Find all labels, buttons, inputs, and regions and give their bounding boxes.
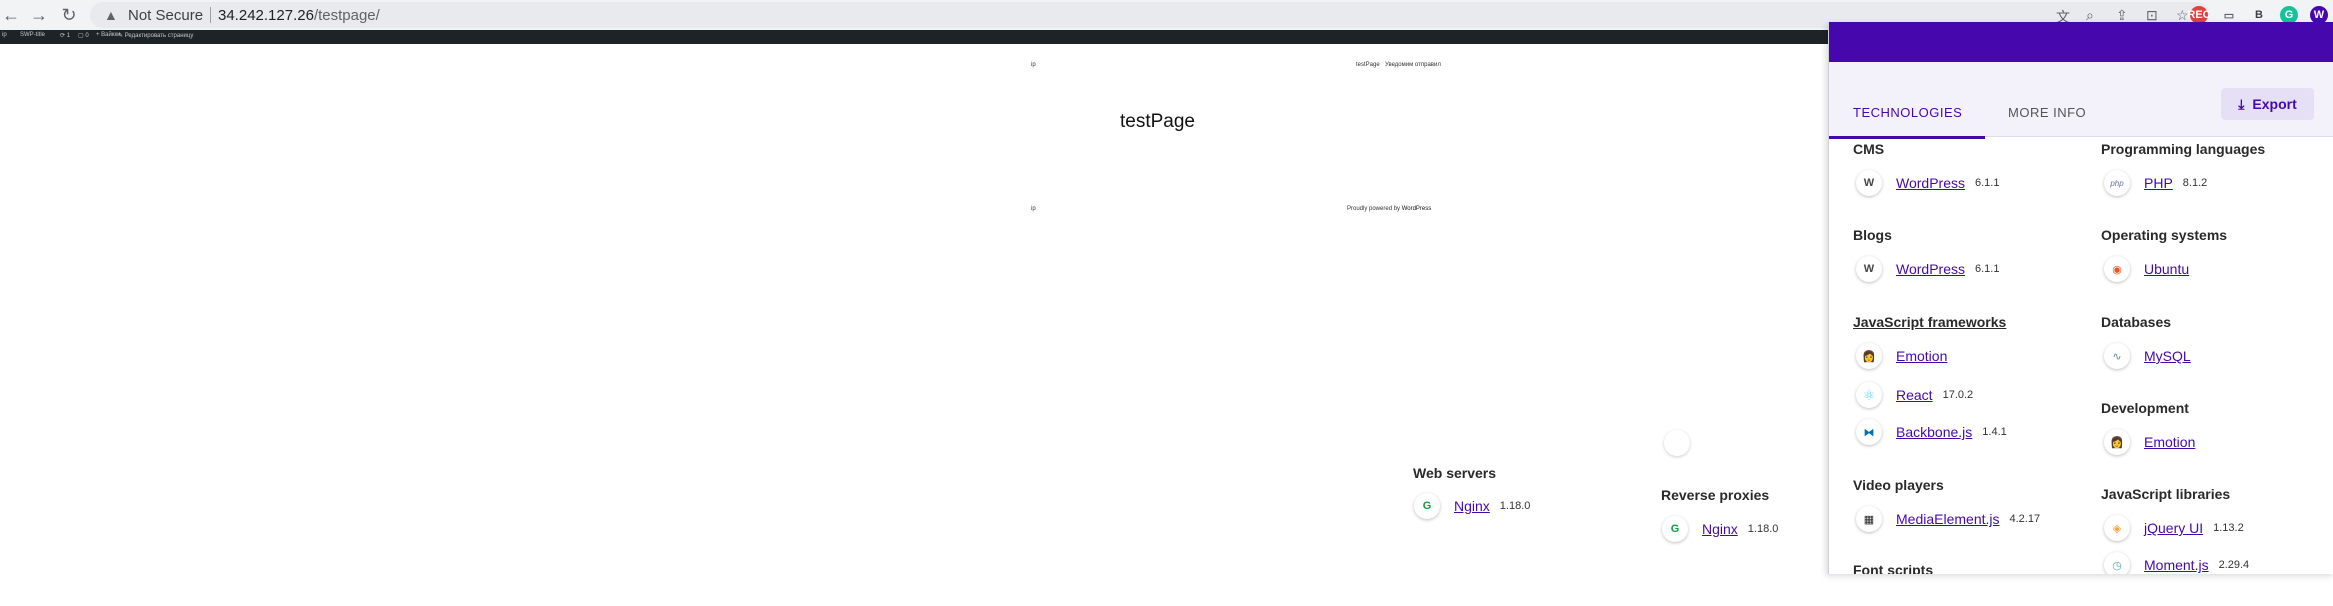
tech-name[interactable]: Backbone.js bbox=[1896, 424, 1972, 440]
wordpress-icon: W bbox=[1856, 170, 1882, 196]
tech-version: 17.0.2 bbox=[1942, 389, 1974, 401]
tech-item: 👩 Emotion bbox=[2104, 429, 2195, 455]
tech-item: ⚛ React 17.0.2 bbox=[1856, 382, 1973, 408]
partial-icon bbox=[1664, 430, 1690, 456]
adminbar-item[interactable]: ▢ 0 bbox=[78, 32, 89, 39]
url-text[interactable]: 34.242.127.26/testpage/ bbox=[218, 7, 380, 24]
category-heading: JavaScript libraries bbox=[2101, 486, 2231, 502]
tech-name[interactable]: MediaElement.js bbox=[1896, 511, 2000, 527]
category-reverse-proxies: Reverse proxies bbox=[1661, 487, 1770, 503]
backbone-icon: ⧓ bbox=[1856, 419, 1882, 445]
export-label: Export bbox=[2252, 96, 2297, 112]
site-title[interactable]: ip bbox=[1031, 62, 1036, 68]
tech-version: 6.1.1 bbox=[1974, 177, 2000, 189]
tech-item: ◉ Ubuntu bbox=[2104, 256, 2189, 282]
tech-item: php PHP 8.1.2 bbox=[2104, 170, 2207, 196]
tech-item: ⧓ Backbone.js 1.4.1 bbox=[1856, 419, 2007, 445]
category-heading: CMS bbox=[1853, 141, 1885, 157]
adminbar-item[interactable]: ✎ Редактировать страницу bbox=[118, 32, 193, 39]
mysql-icon: ∿ bbox=[2104, 343, 2130, 369]
tech-name[interactable]: Emotion bbox=[1896, 348, 1947, 364]
tech-name[interactable]: Emotion bbox=[2144, 434, 2195, 450]
category-heading: Font scripts bbox=[1853, 562, 1934, 574]
reload-icon[interactable]: ↻ bbox=[58, 4, 80, 26]
tech-name[interactable]: Nginx bbox=[1454, 498, 1490, 514]
category-heading[interactable]: JavaScript frameworks bbox=[1853, 314, 2006, 330]
tech-item-nginx: G Nginx 1.18.0 bbox=[1414, 493, 1530, 519]
tab-more-info[interactable]: MORE INFO bbox=[2008, 105, 2086, 120]
tech-version: 1.13.2 bbox=[2213, 522, 2244, 534]
footer-powered: Proudly powered by WordPress bbox=[1347, 206, 1431, 212]
tech-name[interactable]: PHP bbox=[2144, 175, 2173, 191]
tech-item: ∿ MySQL bbox=[2104, 343, 2191, 369]
adminbar-item[interactable]: SWP-title bbox=[20, 32, 45, 38]
adminbar-item[interactable]: ip bbox=[2, 32, 7, 38]
wappalyzer-header bbox=[1829, 22, 2333, 62]
ubuntu-icon: ◉ bbox=[2104, 256, 2130, 282]
category-heading: Operating systems bbox=[2101, 227, 2228, 243]
react-icon: ⚛ bbox=[1856, 382, 1882, 408]
wappalyzer-popup: TECHNOLOGIES MORE INFO ⤓ Export CMS W Word… bbox=[1828, 22, 2333, 574]
category-heading: Blogs bbox=[1853, 227, 1892, 243]
wappalyzer-tabs: TECHNOLOGIES MORE INFO ⤓ Export bbox=[1829, 62, 2333, 139]
nginx-icon: G bbox=[1414, 493, 1440, 519]
wp-admin-bar: ip SWP-title ⟳ 1 ▢ 0 + Вайкки ✎ Редактировать… bbox=[0, 30, 1828, 44]
wordpress-icon: W bbox=[1856, 256, 1882, 282]
nav-item-testpage[interactable]: testPage bbox=[1356, 62, 1380, 68]
category-heading: Programming languages bbox=[2101, 141, 2266, 157]
tech-name[interactable]: React bbox=[1896, 387, 1933, 403]
momentjs-icon: ◷ bbox=[2104, 552, 2130, 574]
tech-version: 1.4.1 bbox=[1982, 426, 2007, 438]
adminbar-item[interactable]: ⟳ 1 bbox=[60, 32, 70, 39]
download-icon: ⤓ bbox=[2238, 95, 2245, 112]
mediaelement-icon: ▦ bbox=[1856, 506, 1882, 532]
back-icon[interactable]: ← bbox=[0, 4, 22, 26]
tab-technologies[interactable]: TECHNOLOGIES bbox=[1853, 105, 1962, 120]
tech-item: ◈ jQuery UI 1.13.2 bbox=[2104, 515, 2244, 541]
tech-version: 1.18.0 bbox=[1747, 523, 1779, 535]
tech-version: 4.2.17 bbox=[2009, 513, 2041, 525]
tech-name[interactable]: Ubuntu bbox=[2144, 261, 2189, 277]
tech-item: W WordPress 6.1.1 bbox=[1856, 170, 1999, 196]
url-host: 34.242.127.26 bbox=[218, 7, 314, 24]
tech-name[interactable]: WordPress bbox=[1896, 175, 1965, 191]
emotion-icon: 👩 bbox=[1856, 343, 1882, 369]
jqueryui-icon: ◈ bbox=[2104, 515, 2130, 541]
warning-icon: ▲ bbox=[104, 7, 118, 23]
emotion-icon: 👩 bbox=[2104, 429, 2130, 455]
category-heading: Development bbox=[2101, 400, 2189, 416]
tab-active-indicator bbox=[1829, 136, 1985, 139]
footer-powered-text: Proudly powered by bbox=[1347, 206, 1402, 212]
page-title: testPage bbox=[1120, 111, 1195, 132]
export-button[interactable]: ⤓ Export bbox=[2221, 88, 2314, 120]
url-path: /testpage/ bbox=[313, 7, 380, 24]
tech-version: 2.29.4 bbox=[2218, 559, 2250, 571]
footer-wordpress-link[interactable]: WordPress bbox=[1402, 206, 1432, 212]
footer-site-title[interactable]: ip bbox=[1031, 206, 1036, 212]
tech-version: 1.18.0 bbox=[1499, 500, 1531, 512]
nav-item-2[interactable]: Уведомим отправил bbox=[1385, 62, 1441, 68]
omnibox-divider bbox=[210, 7, 211, 23]
adminbar-item[interactable]: + Вайкки bbox=[96, 32, 120, 38]
tech-item: W WordPress 6.1.1 bbox=[1856, 256, 1999, 282]
tech-item: ◷ Moment.js 2.29.4 bbox=[2104, 552, 2249, 574]
tech-version: 8.1.2 bbox=[2182, 177, 2208, 189]
php-icon: php bbox=[2104, 170, 2130, 196]
tech-item: 👩 Emotion bbox=[1856, 343, 1947, 369]
category-web-servers: Web servers bbox=[1413, 465, 1497, 481]
security-label: Not Secure bbox=[128, 7, 204, 24]
nginx-icon: G bbox=[1662, 516, 1688, 542]
tech-item-nginx-proxy: G Nginx 1.18.0 bbox=[1662, 516, 1778, 542]
tech-name[interactable]: MySQL bbox=[2144, 348, 2191, 364]
tech-name[interactable]: WordPress bbox=[1896, 261, 1965, 277]
tech-version: 6.1.1 bbox=[1974, 263, 2000, 275]
category-heading: Databases bbox=[2101, 314, 2172, 330]
tech-name[interactable]: Nginx bbox=[1702, 521, 1738, 537]
tech-name[interactable]: Moment.js bbox=[2144, 557, 2209, 573]
tech-name[interactable]: jQuery UI bbox=[2144, 520, 2203, 536]
tech-item: ▦ MediaElement.js 4.2.17 bbox=[1856, 506, 2040, 532]
forward-icon[interactable]: → bbox=[28, 4, 50, 26]
category-heading: Video players bbox=[1853, 477, 1944, 493]
